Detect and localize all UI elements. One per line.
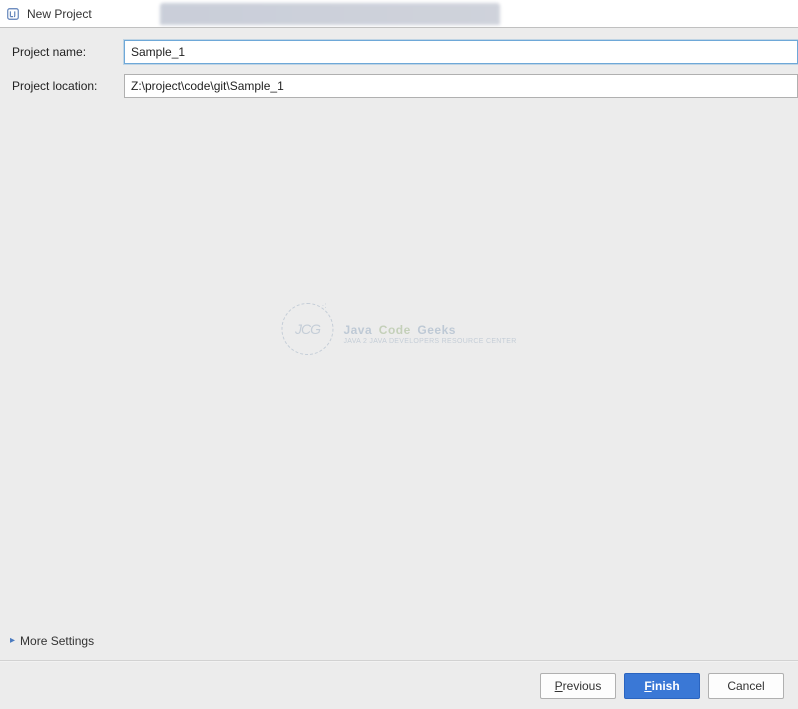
project-location-label: Project location:	[12, 79, 124, 93]
project-name-label: Project name:	[12, 45, 124, 59]
previous-accesskey: P	[555, 679, 563, 693]
project-location-row: Project location:	[12, 74, 798, 98]
previous-button[interactable]: Previous	[540, 673, 616, 699]
watermark-word-code: Code	[379, 323, 411, 337]
finish-rest: inish	[652, 679, 680, 693]
watermark-word-geeks: Geeks	[417, 323, 456, 337]
watermark-tagline: Java 2 Java Developers Resource Center	[343, 338, 516, 345]
watermark-main: Java Code Geeks	[343, 314, 516, 340]
dialog-body: Project name: Project location: ·: JCG J…	[0, 28, 798, 621]
project-name-row: Project name:	[12, 40, 798, 64]
background-tab-blur	[160, 3, 500, 25]
intellij-icon	[5, 6, 21, 22]
title-bar: New Project	[0, 0, 798, 28]
watermark-logo: ·: JCG Java Code Geeks Java 2 Java Devel…	[281, 303, 516, 355]
finish-accesskey: F	[644, 679, 651, 693]
previous-rest: revious	[563, 679, 602, 693]
chevron-right-icon: ▸	[10, 635, 15, 646]
watermark-circle: ·: JCG	[281, 303, 333, 355]
project-name-input[interactable]	[124, 40, 798, 64]
watermark-circle-text: JCG	[295, 321, 320, 337]
watermark-text: Java Code Geeks Java 2 Java Developers R…	[343, 314, 516, 345]
window-title: New Project	[27, 7, 92, 21]
watermark-dots-icon: ·:	[322, 301, 327, 310]
more-settings-expander[interactable]: ▸ More Settings	[0, 621, 798, 661]
watermark-word-java: Java	[343, 323, 372, 337]
project-location-input[interactable]	[124, 74, 798, 98]
more-settings-label: More Settings	[20, 634, 94, 648]
button-bar: Previous Finish Cancel	[0, 661, 798, 709]
cancel-button[interactable]: Cancel	[708, 673, 784, 699]
finish-button[interactable]: Finish	[624, 673, 700, 699]
